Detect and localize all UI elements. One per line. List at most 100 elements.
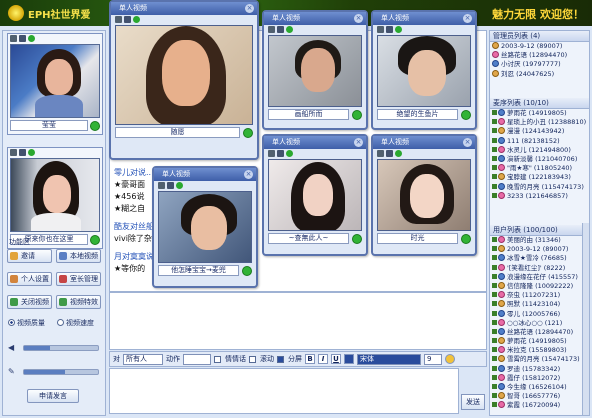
speaker-icon[interactable]	[28, 149, 35, 156]
status-icon[interactable]	[90, 120, 100, 131]
mic-icon[interactable]	[19, 149, 26, 156]
bold-button[interactable]: B	[305, 354, 315, 364]
font-color-button[interactable]	[344, 354, 354, 364]
close-icon[interactable]: ×	[354, 138, 363, 147]
mic-icon[interactable]	[124, 16, 131, 23]
speaker-icon[interactable]	[395, 26, 402, 33]
list-item[interactable]: 丝路花语 (12894470)	[490, 327, 589, 337]
local-video-button[interactable]: 本地视频	[56, 249, 101, 263]
radio-icon[interactable]	[57, 319, 64, 326]
list-item[interactable]: 萝雨花 (14919805)	[490, 337, 589, 346]
list-item[interactable]: 零儿 (12005766)	[490, 309, 589, 319]
close-video-button[interactable]: 关闭视频	[7, 295, 52, 309]
list-item[interactable]: 紫霞 (16720094)	[490, 401, 589, 410]
apply-speak-button[interactable]: 申请发言	[27, 389, 79, 403]
list-item[interactable]: 信信隆隆 (10092222)	[490, 281, 589, 291]
emoji-icon[interactable]	[445, 354, 455, 364]
list-item[interactable]: 2003-9-12 (89007)	[490, 245, 589, 254]
list-item[interactable]: 今生缘 (16526104)	[490, 383, 589, 392]
status-icon[interactable]	[352, 233, 362, 244]
personal-settings-button[interactable]: 个人设置	[7, 272, 52, 286]
list-item[interactable]: 奈虫 (11207231)	[490, 291, 589, 300]
video-card-2[interactable]: 原来你也在这里	[7, 147, 103, 249]
mic-icon[interactable]	[277, 26, 284, 33]
list-item[interactable]: 111 (82138152)	[490, 136, 589, 146]
split-checkbox[interactable]	[277, 355, 284, 363]
camera-icon[interactable]	[268, 150, 275, 157]
camera-icon[interactable]	[10, 149, 17, 156]
status-icon[interactable]	[90, 234, 100, 245]
video-window-4[interactable]: 单人视频 × ~查無此人~	[262, 134, 368, 256]
camera-icon[interactable]	[377, 26, 384, 33]
list-item[interactable]: 米拉克 (15589803)	[490, 346, 589, 355]
status-icon[interactable]	[243, 127, 253, 138]
list-item[interactable]: 宝脖建 (122183943)	[490, 173, 589, 182]
emotion-checkbox[interactable]	[214, 355, 221, 363]
recipient-select[interactable]: 所有人	[123, 353, 163, 365]
mic-icon[interactable]	[277, 150, 284, 157]
status-icon[interactable]	[461, 109, 471, 120]
list-item[interactable]: 刘忍 (24047625)	[490, 69, 589, 79]
list-item[interactable]: 演新淡馨 (121040706)	[490, 154, 589, 164]
close-icon[interactable]: ×	[354, 14, 363, 23]
italic-button[interactable]: I	[318, 354, 328, 364]
list-item[interactable]: 冰雪★雪冷 (76685)	[490, 254, 589, 263]
list-item[interactable]: 星琐上的小丑 (12388810)	[490, 118, 589, 127]
video-window-6[interactable]: 单人视频 × 他怎睡宝宝→麦兜	[152, 166, 258, 288]
radio-icon[interactable]	[8, 319, 15, 326]
video-effects-button[interactable]: 视频特效	[56, 295, 101, 309]
video-window-3[interactable]: 单人视频 × 绝望的生鱼片	[371, 10, 477, 130]
video-window-5[interactable]: 单人视频 × 时光	[371, 134, 477, 256]
action-select[interactable]	[183, 353, 211, 365]
mic-icon[interactable]	[386, 150, 393, 157]
camera-icon[interactable]	[115, 16, 122, 23]
list-item[interactable]: 霞仔 (15812072)	[490, 373, 589, 383]
font-select[interactable]: 宋体	[357, 353, 421, 365]
list-item[interactable]: 3233 (121646857)	[490, 191, 589, 201]
camera-icon[interactable]	[377, 150, 384, 157]
room-admin-button[interactable]: 室长管理	[56, 272, 101, 286]
video-card-1[interactable]: 莹莹	[7, 33, 103, 135]
list-item[interactable]: '[笑看红尘]' (8222)	[490, 263, 589, 273]
list-item[interactable]: 罗迪 (15783342)	[490, 364, 589, 374]
speed-radio[interactable]: 视频速度	[57, 318, 94, 328]
camera-icon[interactable]	[158, 182, 165, 189]
mic-icon[interactable]	[19, 35, 26, 42]
mic-icon[interactable]	[386, 26, 393, 33]
list-item[interactable]: 美丽的由 (31346)	[490, 236, 589, 245]
close-icon[interactable]: ×	[245, 4, 254, 13]
user-list-scrollbar[interactable]	[582, 223, 589, 415]
status-icon[interactable]	[461, 233, 471, 244]
list-item[interactable]: 智哥 (16657776)	[490, 392, 589, 401]
mic-level-slider[interactable]	[23, 345, 99, 351]
status-icon[interactable]	[242, 265, 252, 276]
video-window-2[interactable]: 单人视频 × 画船所而	[262, 10, 368, 130]
close-icon[interactable]: ×	[463, 14, 472, 23]
list-item[interactable]: 萝雨花 (14919805)	[490, 109, 589, 118]
list-item[interactable]: 漫漫 (124143942)	[490, 127, 589, 136]
quality-radio[interactable]: 视频质量	[8, 318, 45, 328]
video-window-1[interactable]: 单人视频 × 随愿	[109, 0, 259, 160]
list-item[interactable]: 雪霄的月亮 (15474173)	[490, 355, 589, 364]
underline-button[interactable]: U	[331, 354, 341, 364]
message-input[interactable]	[109, 368, 459, 414]
speaker-icon[interactable]	[286, 26, 293, 33]
list-item[interactable]: 2003-9-12 (89007)	[490, 42, 589, 51]
camera-icon[interactable]	[268, 26, 275, 33]
speaker-icon[interactable]	[286, 150, 293, 157]
size-select[interactable]: 9	[424, 353, 442, 365]
list-item[interactable]: 浪漫缘在花仔 (415557)	[490, 272, 589, 282]
send-button[interactable]: 发送	[461, 394, 485, 410]
invite-button[interactable]: 邀请	[7, 249, 52, 263]
close-icon[interactable]: ×	[463, 138, 472, 147]
speaker-icon[interactable]	[395, 150, 402, 157]
list-item[interactable]: 丝路花语 (12894470)	[490, 51, 589, 60]
list-item[interactable]: 照默 (11423104)	[490, 300, 589, 309]
speaker-level-slider[interactable]	[23, 369, 99, 375]
list-item[interactable]: "雨★寒" (11805240)	[490, 164, 589, 173]
private-chat-area[interactable]	[109, 292, 487, 350]
mic-icon[interactable]	[167, 182, 174, 189]
list-item[interactable]: 小讨厌 (19797777)	[490, 60, 589, 69]
status-icon[interactable]	[352, 109, 362, 120]
speaker-icon[interactable]	[133, 16, 140, 23]
